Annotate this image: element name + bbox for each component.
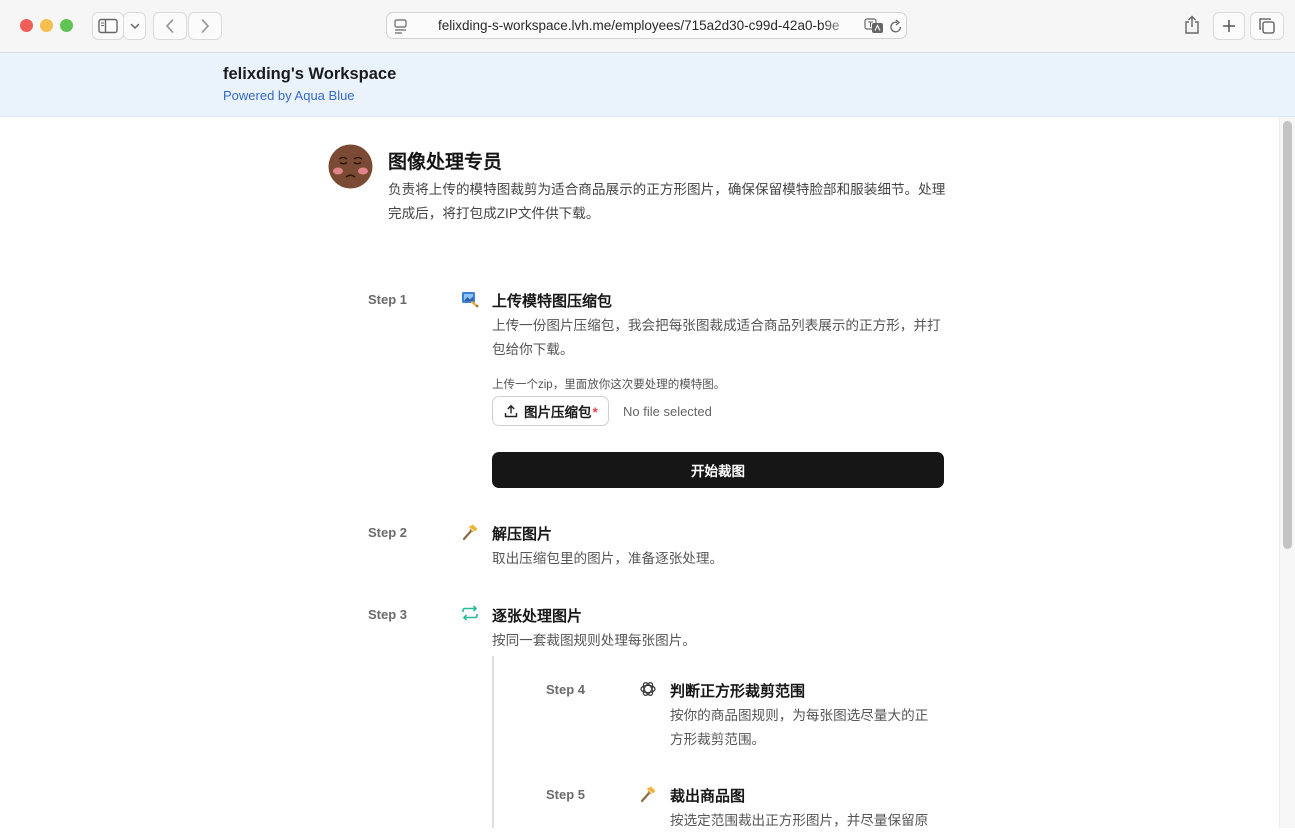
workspace-header: felixding's Workspace Powered by Aqua Bl… — [0, 53, 1295, 117]
loop-icon — [462, 605, 478, 621]
sidebar-icon — [98, 18, 118, 34]
tab-group-menu-button[interactable] — [123, 12, 146, 40]
sidebar-toggle-button[interactable] — [92, 12, 124, 40]
upload-zip-button[interactable]: 图片压缩包* — [492, 396, 609, 426]
file-status: No file selected — [623, 404, 712, 419]
employee-description: 负责将上传的模特图裁剪为适合商品展示的正方形图片，确保保留模特脸部和服装细节。处… — [388, 182, 946, 221]
powered-by-link[interactable]: Powered by Aqua Blue — [223, 88, 355, 103]
upload-image-icon — [462, 292, 479, 308]
url-text: felixding-s-workspace.lvh.me/employees/7… — [438, 18, 840, 33]
start-crop-button[interactable]: 开始裁图 — [492, 452, 944, 488]
step-4-label: Step 4 — [546, 682, 586, 697]
forward-button[interactable] — [188, 12, 222, 40]
chevron-left-icon — [165, 19, 174, 33]
translate-icon[interactable] — [864, 18, 884, 34]
tab-overview-icon — [1259, 18, 1275, 34]
step-1-description: 上传一份图片压缩包，我会把每张图裁成适合商品列表展示的正方形，并打包给你下载。 — [492, 318, 941, 357]
step-5-description: 按选定范围裁出正方形图片，并尽量保留原 — [670, 813, 929, 828]
browser-toolbar: felixding-s-workspace.lvh.me/employees/7… — [0, 0, 1295, 53]
step-4-title: 判断正方形裁剪范围 — [670, 683, 806, 700]
close-window-button[interactable] — [20, 19, 33, 32]
page-scrollbar-thumb[interactable] — [1283, 121, 1292, 549]
required-mark: * — [592, 405, 598, 420]
employee-avatar — [328, 144, 373, 189]
step-4-description: 按你的商品图规则，为每张图选尽量大的正方形裁剪范围。 — [670, 708, 929, 747]
page-menu-icon — [394, 19, 407, 34]
address-bar[interactable]: felixding-s-workspace.lvh.me/employees/7… — [386, 12, 907, 39]
openai-icon — [640, 682, 656, 696]
zoom-window-button[interactable] — [60, 19, 73, 32]
step-3-label: Step 3 — [368, 607, 408, 622]
chevron-right-icon — [201, 19, 210, 33]
share-icon — [1185, 15, 1199, 34]
hammer-icon — [640, 786, 656, 803]
step-2-description: 取出压缩包里的图片，准备逐张处理。 — [492, 551, 724, 566]
step-5-label: Step 5 — [546, 787, 586, 802]
minimize-window-button[interactable] — [40, 19, 53, 32]
plus-icon — [1223, 20, 1235, 32]
step-1-title: 上传模特图压缩包 — [492, 293, 613, 310]
upload-hint: 上传一个zip，里面放你这次要处理的模特图。 — [492, 379, 726, 391]
loop-body-indicator — [492, 656, 494, 828]
hammer-icon — [462, 524, 478, 541]
step-2-title: 解压图片 — [492, 526, 553, 543]
step-3-title: 逐张处理图片 — [492, 608, 583, 625]
upload-zip-label: 图片压缩包 — [524, 405, 592, 420]
step-1-label: Step 1 — [368, 292, 408, 307]
step-5-title: 裁出商品图 — [670, 788, 746, 805]
back-button[interactable] — [153, 12, 187, 40]
step-3-description: 按同一套裁图规则处理每张图片。 — [492, 633, 696, 648]
workspace-title: felixding's Workspace — [223, 65, 397, 83]
reload-icon[interactable] — [889, 19, 903, 34]
upload-icon — [504, 404, 518, 418]
tab-overview-button[interactable] — [1250, 12, 1284, 40]
share-button[interactable] — [1177, 12, 1207, 38]
chevron-down-icon — [130, 23, 139, 30]
new-tab-button[interactable] — [1213, 12, 1245, 40]
employee-title: 图像处理专员 — [388, 152, 503, 173]
step-2-label: Step 2 — [368, 525, 408, 540]
